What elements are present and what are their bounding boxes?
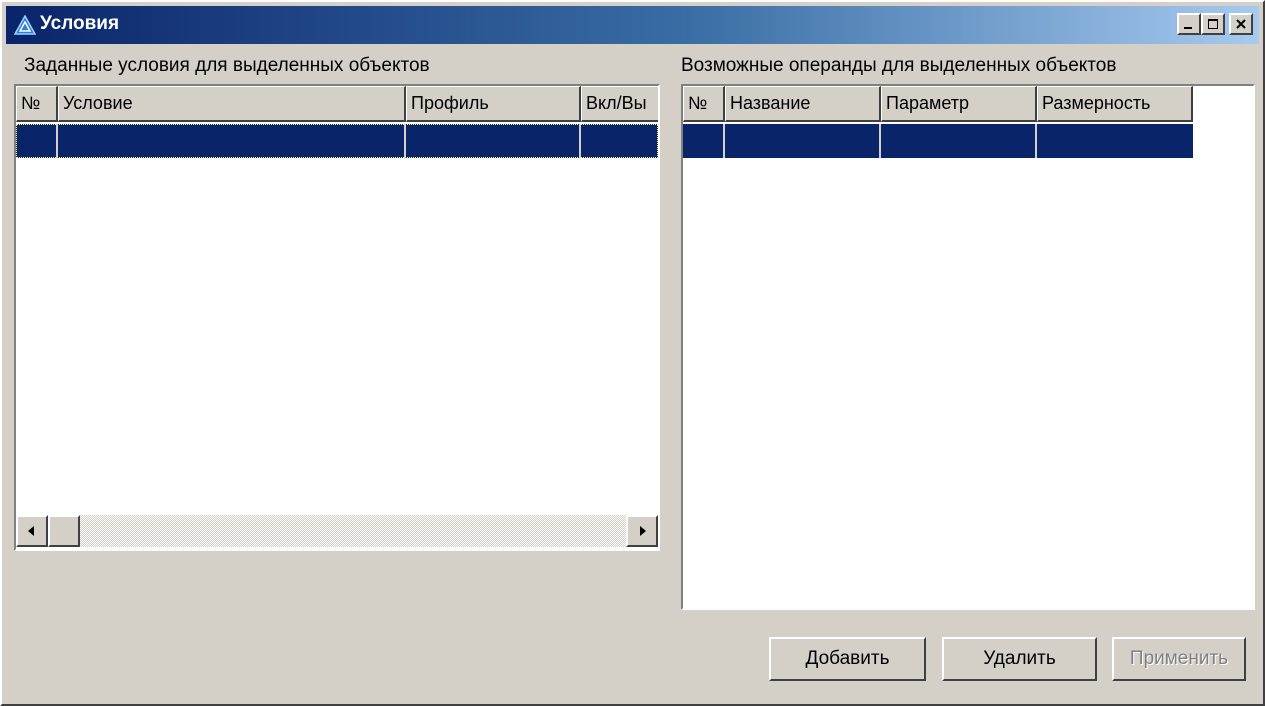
apply-button: Применить: [1112, 637, 1246, 681]
maximize-button[interactable]: [1201, 13, 1225, 35]
left-panel-label: Заданные условия для выделенных объектов: [24, 55, 430, 76]
table-cell: [725, 124, 881, 158]
minimize-icon: [1184, 27, 1192, 29]
right-panel-label: Возможные операнды для выделенных объект…: [681, 55, 1117, 76]
arrow-left-icon: [28, 526, 34, 536]
conditions-window: Условия Заданные условия для выделенных …: [0, 0, 1265, 706]
window-title: Условия: [40, 13, 120, 34]
title-bar[interactable]: Условия: [6, 6, 1259, 44]
table-cell: [406, 124, 581, 158]
conditions-list[interactable]: № Условие Профиль Вкл/Вы: [14, 84, 660, 551]
maximize-icon: [1208, 19, 1218, 29]
column-header-parameter[interactable]: Параметр: [881, 86, 1037, 122]
table-cell: [16, 124, 58, 158]
column-header-dimension[interactable]: Размерность: [1037, 86, 1193, 122]
table-cell: [1037, 124, 1193, 158]
scroll-right-button[interactable]: [626, 515, 658, 547]
table-row[interactable]: [16, 124, 658, 158]
horizontal-scrollbar[interactable]: [16, 515, 658, 547]
delete-button[interactable]: Удалить: [942, 637, 1097, 681]
app-triangle-icon: [14, 15, 36, 35]
add-button[interactable]: Добавить: [769, 637, 926, 681]
close-button[interactable]: [1229, 13, 1253, 35]
column-header-name[interactable]: Название: [725, 86, 881, 122]
column-header-condition[interactable]: Условие: [58, 86, 406, 122]
column-header-number[interactable]: №: [16, 86, 58, 122]
minimize-button[interactable]: [1177, 13, 1201, 35]
table-cell: [881, 124, 1037, 158]
column-header-profile[interactable]: Профиль: [406, 86, 581, 122]
column-header-onoff[interactable]: Вкл/Вы: [581, 86, 658, 122]
scroll-thumb[interactable]: [48, 515, 80, 547]
arrow-right-icon: [640, 526, 646, 536]
table-row[interactable]: [683, 124, 1193, 158]
table-cell: [58, 124, 406, 158]
table-cell: [683, 124, 725, 158]
operands-list[interactable]: № Название Параметр Размерность: [681, 84, 1255, 610]
column-header-number[interactable]: №: [683, 86, 725, 122]
close-icon: [1236, 19, 1246, 29]
scroll-left-button[interactable]: [16, 515, 48, 547]
